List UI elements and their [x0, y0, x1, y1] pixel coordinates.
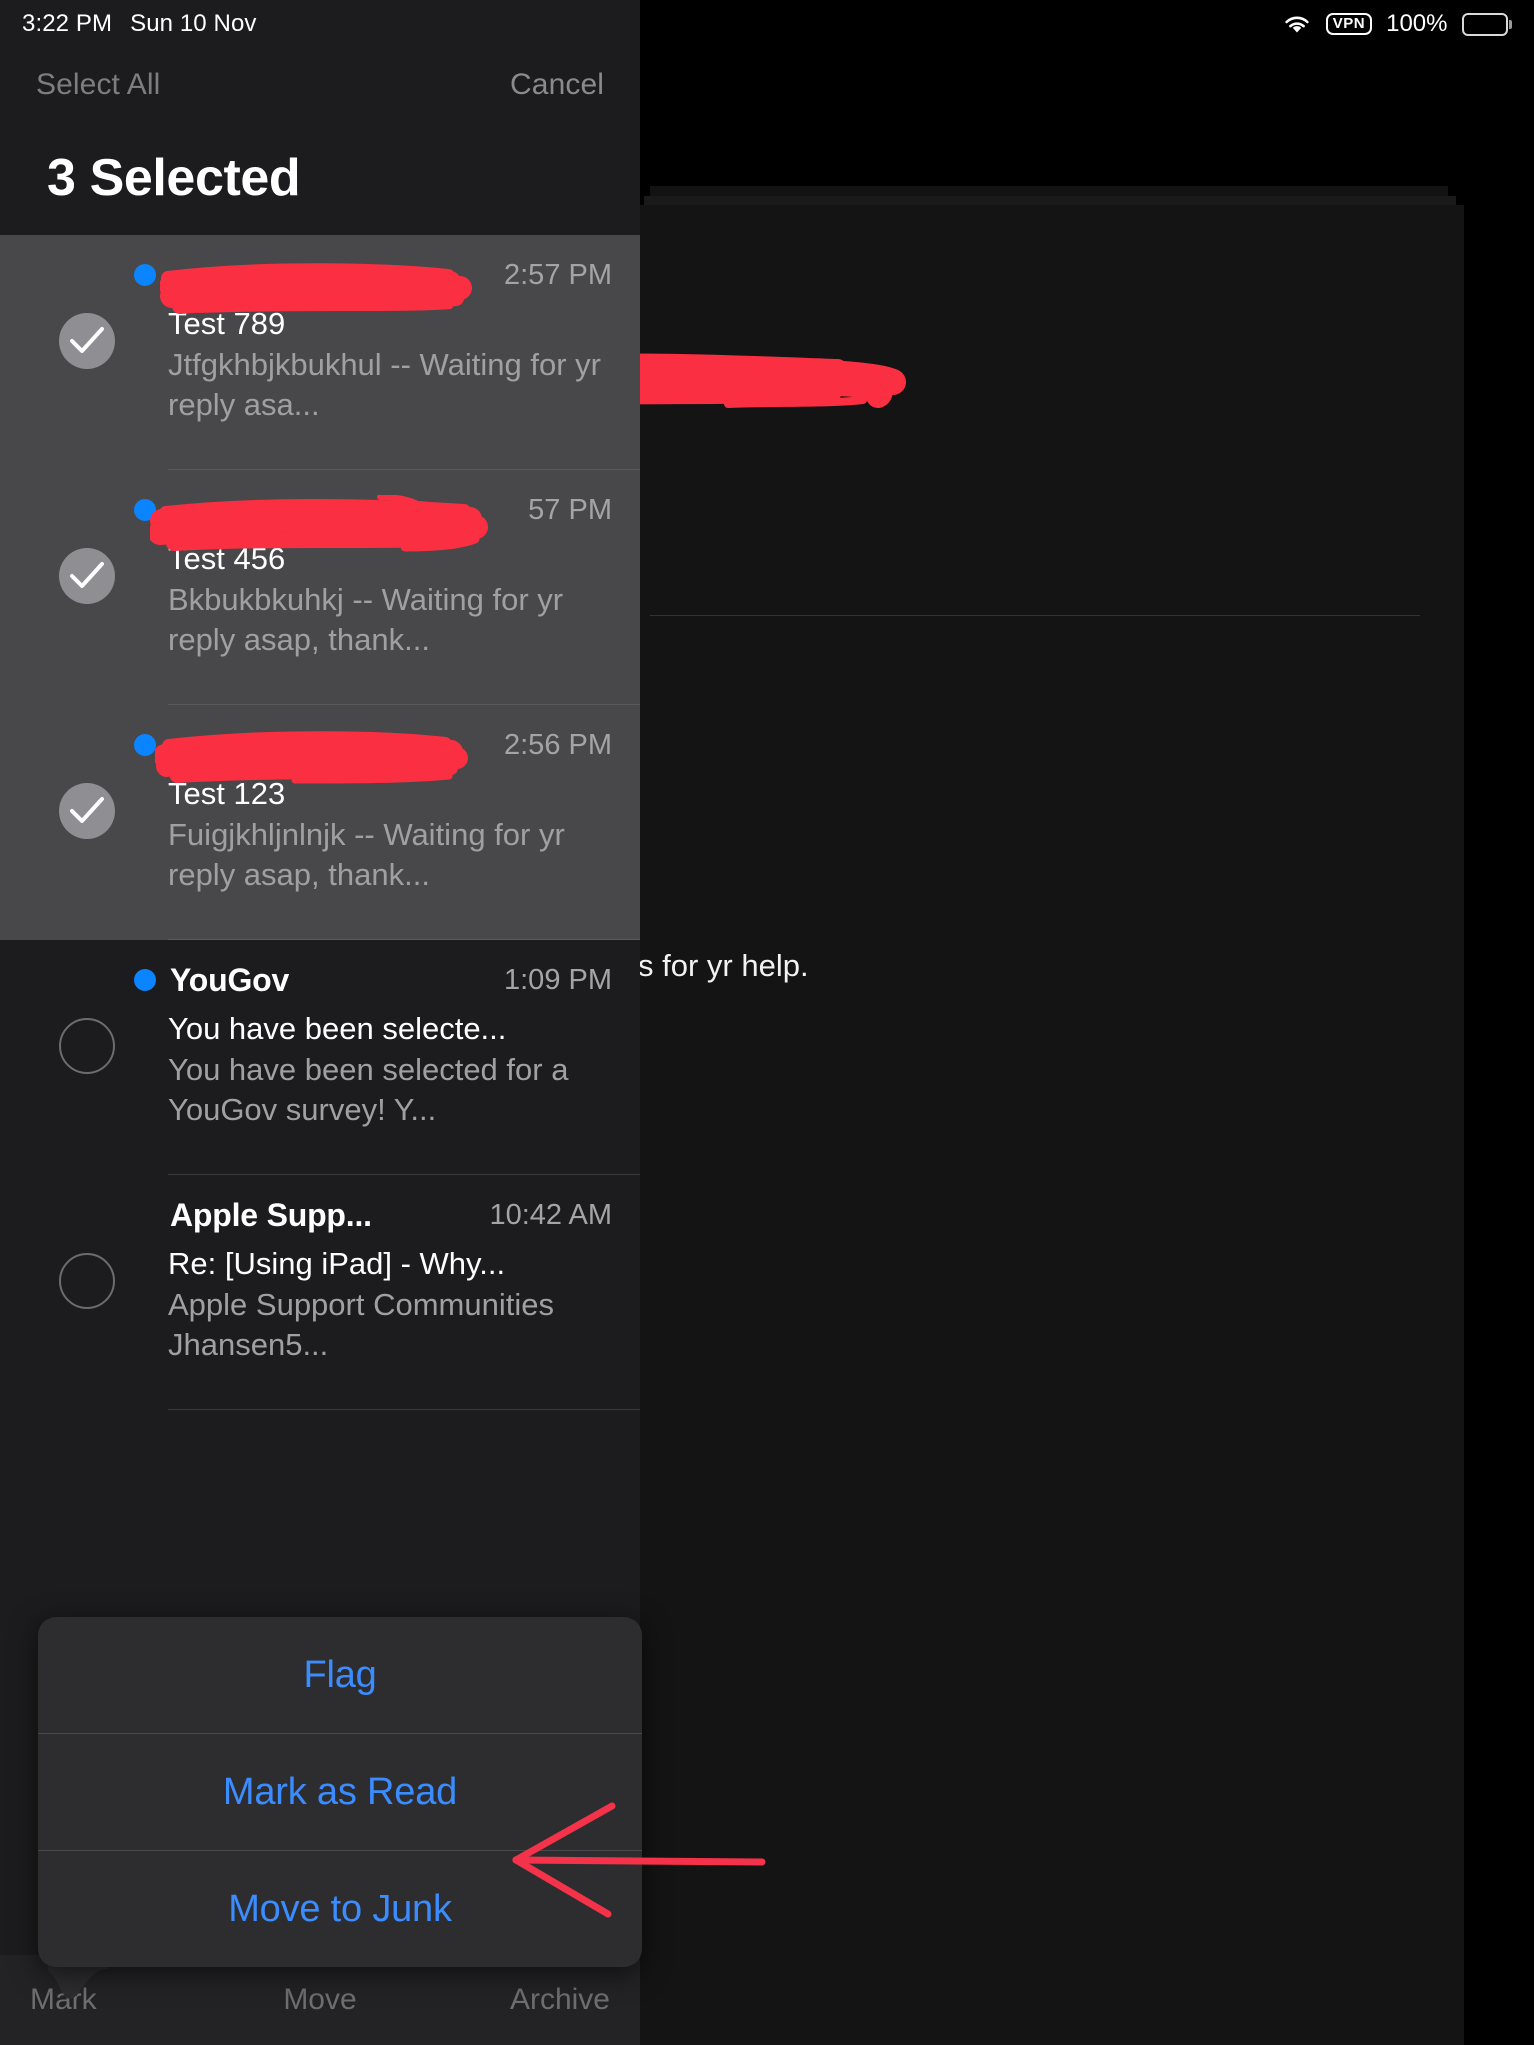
toolbar-mark-button[interactable]: Mark — [0, 1983, 223, 2017]
row-content[interactable]: Apple Supp... 10:42 AM Re: [Using iPad] … — [168, 1175, 640, 1410]
unread-dot-icon — [134, 969, 156, 991]
row-sender-line: YouGov 1:09 PM — [134, 954, 640, 1006]
row-content[interactable]: 2:57 PM Test 789 Jtfgkhbjkbukhul -- Wait… — [134, 235, 640, 470]
table-row[interactable]: 2:57 PM Test 789 Jtfgkhbjkbukhul -- Wait… — [0, 235, 640, 470]
checkmark-unselected-icon[interactable] — [59, 1018, 115, 1074]
table-row[interactable]: 2:56 PM Test 123 Fuigjkhljnlnjk -- Waiti… — [0, 705, 640, 940]
battery-percent-label: 100% — [1386, 10, 1448, 37]
message-subject: Test 789 — [168, 306, 286, 341]
message-preview: Apple Support Communities Jhansen5... — [168, 1287, 554, 1362]
unread-dot-icon — [134, 264, 156, 286]
message-time: 10:42 AM — [489, 1198, 612, 1231]
toolbar-move-button[interactable]: Move — [223, 1983, 416, 2017]
table-row[interactable]: Apple Supp... 10:42 AM Re: [Using iPad] … — [0, 1175, 640, 1410]
row-sender-line: Apple Supp... 10:42 AM — [168, 1189, 640, 1241]
checkmark-selected-icon[interactable] — [59, 548, 115, 604]
message-preview: You have been selected for a YouGov surv… — [168, 1052, 569, 1127]
detail-body-text: s for yr help. — [638, 948, 809, 983]
action-flag-button[interactable]: Flag — [38, 1617, 642, 1733]
message-subject: Test 456 — [168, 541, 286, 576]
status-bar: 3:22 PM Sun 10 Nov VPN 100% — [0, 0, 1534, 48]
select-all-button[interactable]: Select All — [36, 68, 160, 102]
row-select-column[interactable] — [0, 1175, 168, 1410]
message-preview: Jtfgkhbjkbukhul -- Waiting for yr reply … — [168, 347, 602, 422]
message-subject: You have been selecte... — [168, 1011, 507, 1046]
table-row[interactable]: YouGov 1:09 PM You have been selecte... … — [0, 940, 640, 1175]
checkmark-unselected-icon[interactable] — [59, 1253, 115, 1309]
row-separator — [168, 1409, 640, 1410]
wifi-icon — [1282, 13, 1312, 35]
cancel-button[interactable]: Cancel — [510, 68, 604, 102]
row-content[interactable]: 2:56 PM Test 123 Fuigjkhljnlnjk -- Waiti… — [134, 705, 640, 940]
message-time: 2:57 PM — [504, 258, 612, 291]
status-bar-right: VPN 100% — [1282, 10, 1512, 38]
page-title: 3 Selected — [47, 149, 301, 207]
message-subject: Test 123 — [168, 776, 286, 811]
message-time: 2:56 PM — [504, 728, 612, 761]
detail-message-card: s for yr help. — [638, 205, 1464, 2045]
status-time: 3:22 PM — [22, 10, 113, 37]
row-content[interactable]: 57 PM Test 456 Bkbukbkuhkj -- Waiting fo… — [134, 470, 640, 705]
table-row[interactable]: 57 PM Test 456 Bkbukbkuhkj -- Waiting fo… — [0, 470, 640, 705]
checkmark-selected-icon[interactable] — [59, 313, 115, 369]
message-time: 1:09 PM — [504, 963, 612, 996]
message-time: 57 PM — [528, 493, 612, 526]
message-preview: Fuigjkhljnlnjk -- Waiting for yr reply a… — [168, 817, 565, 892]
detail-header-divider — [650, 615, 1420, 616]
unread-dot-icon — [134, 734, 156, 756]
sender-name: YouGov — [170, 961, 290, 998]
status-bar-left: 3:22 PM Sun 10 Nov — [22, 10, 257, 38]
row-sender-line: 2:56 PM — [134, 719, 640, 771]
toolbar-archive-button[interactable]: Archive — [417, 1983, 640, 2017]
message-preview: Bkbukbkuhkj -- Waiting for yr reply asap… — [168, 582, 564, 657]
status-date: Sun 10 Nov — [130, 10, 257, 37]
battery-full-icon — [1461, 12, 1512, 36]
row-content[interactable]: YouGov 1:09 PM You have been selecte... … — [134, 940, 640, 1175]
annotation-arrow — [500, 1790, 780, 1935]
message-subject: Re: [Using iPad] - Why... — [168, 1246, 506, 1281]
mail-detail-pane: s for yr help. — [478, 0, 1534, 2045]
checkmark-selected-icon[interactable] — [59, 783, 115, 839]
vpn-badge: VPN — [1325, 12, 1373, 36]
unread-dot-icon — [134, 499, 156, 521]
row-sender-line: 2:57 PM — [134, 249, 640, 301]
row-sender-line: 57 PM — [134, 484, 640, 536]
sender-name: Apple Supp... — [170, 1196, 372, 1233]
popover-tail — [48, 1965, 108, 2001]
